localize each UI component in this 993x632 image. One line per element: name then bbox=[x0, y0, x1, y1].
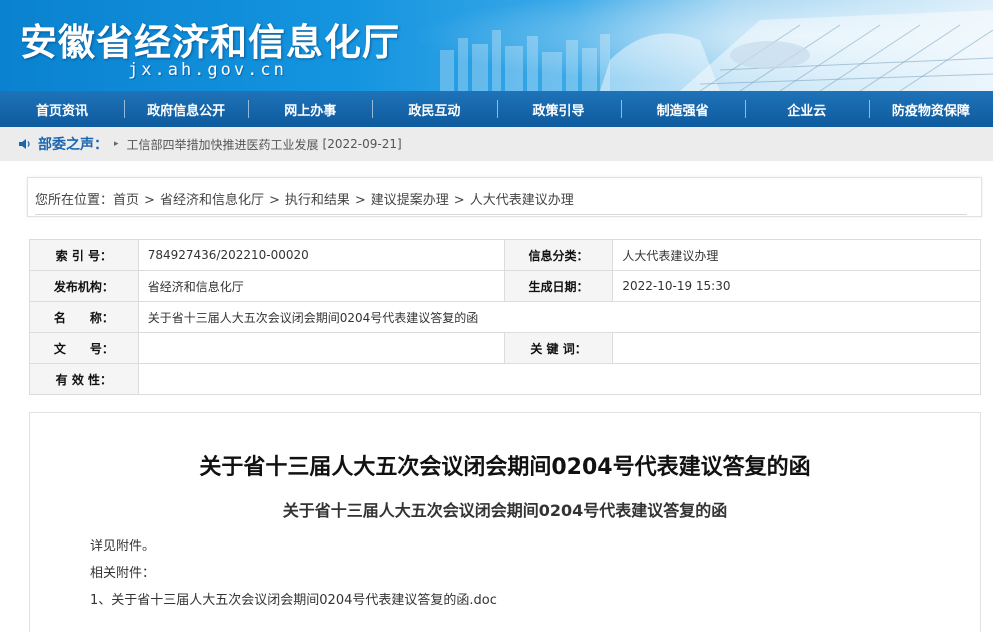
breadcrumb: 您所在位置：首页 > 省经济和信息化厅 > 执行和结果 > 建议提案办理 > 人大代表建议办理 bbox=[35, 189, 574, 208]
nav-item-enterprise-cloud[interactable]: 企业云 bbox=[744, 91, 869, 127]
breadcrumb-item-npc-suggestions[interactable]: 人大代表建议办理 bbox=[470, 193, 574, 208]
publisher-value: 省经济和信息化厅 bbox=[137, 270, 505, 302]
article-subtitle: 关于省十三届人大五次会议闭会期间0204号代表建议答复的函 bbox=[282, 501, 728, 520]
category-label: 信息分类： bbox=[503, 239, 614, 271]
breadcrumb-separator: > bbox=[144, 193, 155, 208]
nav-item-policy[interactable]: 政策引导 bbox=[496, 91, 621, 127]
breadcrumb-item-home[interactable]: 首页 bbox=[113, 193, 139, 208]
nav-item-interaction[interactable]: 政民互动 bbox=[372, 91, 496, 127]
index-value: 784927436/202210-00020 bbox=[137, 239, 505, 271]
site-banner: 安徽省经济和信息化厅 jx.ah.gov.cn bbox=[0, 0, 993, 91]
breadcrumb-box: 您所在位置：首页 > 省经济和信息化厅 > 执行和结果 > 建议提案办理 > 人大代表建议办理 bbox=[27, 177, 982, 217]
validity-value bbox=[137, 363, 982, 395]
breadcrumb-divider bbox=[35, 214, 967, 215]
date-label: 生成日期： bbox=[503, 270, 614, 302]
news-ticker: 部委之声： ▸ 工信部四举措加快推进医药工业发展 [2022-09-21] bbox=[0, 127, 993, 161]
breadcrumb-item-proposals[interactable]: 建议提案办理 bbox=[371, 193, 449, 208]
site-title[interactable]: 安徽省经济和信息化厅 bbox=[20, 12, 400, 66]
article-title: 关于省十三届人大五次会议闭会期间0204号代表建议答复的函 bbox=[199, 455, 811, 480]
attachments-label: 相关附件： bbox=[90, 566, 156, 581]
date-value: 2022-10-19 15:30 bbox=[612, 270, 981, 302]
table-row: 索 引 号： 784927436/202210-00020 信息分类： 人大代表… bbox=[29, 239, 981, 271]
publisher-label: 发布机构： bbox=[29, 270, 139, 302]
article-panel: 关于省十三届人大五次会议闭会期间0204号代表建议答复的函 关于省十三届人大五次… bbox=[29, 412, 981, 632]
name-label: 名 称： bbox=[29, 301, 139, 333]
breadcrumb-prefix: 您所在位置： bbox=[35, 193, 114, 208]
breadcrumb-separator: > bbox=[354, 193, 366, 208]
keywords-label: 关 键 词： bbox=[503, 332, 614, 364]
ticker-label: 部委之声： bbox=[38, 137, 108, 153]
nav-item-online-service[interactable]: 网上办事 bbox=[248, 91, 372, 127]
nav-item-gov-info[interactable]: 政府信息公开 bbox=[124, 91, 248, 127]
breadcrumb-separator: > bbox=[268, 193, 280, 208]
table-row: 有 效 性： bbox=[29, 363, 982, 395]
docno-value bbox=[137, 332, 505, 364]
nav-item-home[interactable]: 首页资讯 bbox=[0, 91, 124, 127]
docno-label: 文 号： bbox=[29, 332, 139, 364]
table-row: 发布机构： 省经济和信息化厅 生成日期： 2022-10-19 15:30 bbox=[29, 270, 981, 302]
main-nav: 首页资讯 政府信息公开 网上办事 政民互动 政策引导 制造强省 企业云 防疫物资… bbox=[0, 91, 993, 127]
attachment-link[interactable]: 1、关于省十三届人大五次会议闭会期间0204号代表建议答复的函.doc bbox=[90, 589, 497, 608]
table-row: 文 号： 关 键 词： bbox=[29, 332, 981, 364]
speaker-icon bbox=[19, 139, 30, 149]
article-body: 详见附件。 bbox=[90, 539, 156, 554]
table-row: 名 称： 关于省十三届人大五次会议闭会期间0204号代表建议答复的函 bbox=[29, 301, 982, 333]
category-value: 人大代表建议办理 bbox=[612, 239, 981, 271]
breadcrumb-separator: > bbox=[453, 193, 465, 208]
validity-label: 有 效 性： bbox=[29, 363, 139, 395]
keywords-value bbox=[612, 332, 981, 364]
breadcrumb-item-department[interactable]: 省经济和信息化厅 bbox=[160, 193, 264, 208]
document-info-table: 索 引 号： 784927436/202210-00020 信息分类： 人大代表… bbox=[29, 239, 982, 395]
ticker-arrow-icon: ▸ bbox=[114, 139, 119, 149]
nav-item-manufacturing[interactable]: 制造强省 bbox=[620, 91, 745, 127]
nav-item-epidemic-supplies[interactable]: 防疫物资保障 bbox=[868, 91, 993, 127]
name-value: 关于省十三届人大五次会议闭会期间0204号代表建议答复的函 bbox=[137, 301, 982, 333]
breadcrumb-item-execution[interactable]: 执行和结果 bbox=[285, 193, 350, 208]
index-label: 索 引 号： bbox=[29, 239, 139, 271]
ticker-news-link[interactable]: 工信部四举措加快推进医药工业发展 bbox=[127, 136, 319, 153]
site-domain: jx.ah.gov.cn bbox=[128, 60, 287, 80]
ticker-date: [2022-09-21] bbox=[322, 137, 402, 151]
